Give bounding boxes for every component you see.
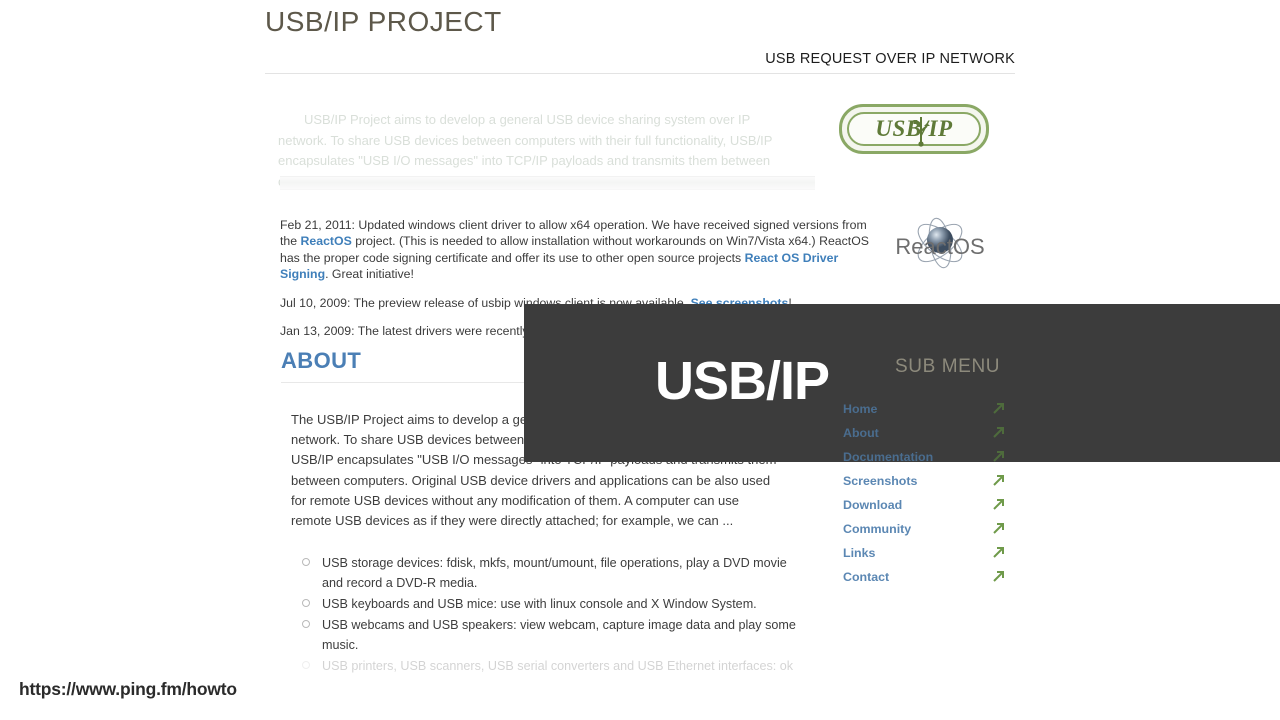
list-item-label: USB storage devices: fdisk, mkfs, mount/… bbox=[322, 556, 787, 590]
submenu-item-label: Community bbox=[843, 522, 912, 536]
bullet-icon bbox=[302, 661, 310, 669]
submenu-item-label: Home bbox=[843, 402, 878, 416]
submenu-item-label: Links bbox=[843, 546, 876, 560]
usbip-logo: USB/IP bbox=[839, 104, 989, 154]
submenu-item-community[interactable]: Community bbox=[843, 517, 1005, 541]
page-root: USB/IP PROJECT USB REQUEST OVER IP NETWO… bbox=[0, 0, 1280, 720]
footer-url: https://www.ping.fm/howto bbox=[19, 679, 237, 699]
list-item: USB printers, USB scanners, USB serial c… bbox=[300, 656, 800, 676]
submenu-item-download[interactable]: Download bbox=[843, 493, 1005, 517]
submenu-nav: Home About Documentation Screenshots Dow… bbox=[843, 397, 1005, 589]
usb-trident-icon bbox=[913, 117, 930, 147]
bullet-icon bbox=[302, 599, 310, 607]
about-feature-list: USB storage devices: fdisk, mkfs, mount/… bbox=[300, 553, 800, 677]
list-item: USB webcams and USB speakers: view webca… bbox=[300, 615, 800, 655]
page-title: USB/IP PROJECT bbox=[265, 6, 502, 37]
list-item-label: USB printers, USB scanners, USB serial c… bbox=[322, 659, 794, 673]
external-link-arrow-icon bbox=[993, 403, 1004, 414]
external-link-arrow-icon bbox=[993, 547, 1004, 558]
intro-divider-band bbox=[280, 176, 815, 190]
list-item: USB keyboards and USB mice: use with lin… bbox=[300, 594, 800, 614]
external-link-arrow-icon bbox=[993, 475, 1004, 486]
submenu-item-label: Contact bbox=[843, 570, 890, 584]
reactos-wordmark: ReactOS bbox=[895, 234, 984, 259]
submenu-item-home[interactable]: Home bbox=[843, 397, 1005, 421]
site-tagline: USB REQUEST OVER IP NETWORK bbox=[765, 51, 1015, 67]
external-link-arrow-icon bbox=[993, 571, 1004, 582]
external-link-arrow-icon bbox=[993, 451, 1004, 462]
submenu-item-links[interactable]: Links bbox=[843, 541, 1005, 565]
external-link-arrow-icon bbox=[993, 523, 1004, 534]
news-text: . Great initiative! bbox=[325, 267, 414, 282]
list-item-label: USB webcams and USB speakers: view webca… bbox=[322, 618, 796, 652]
about-heading: ABOUT bbox=[281, 348, 362, 373]
link-reactos[interactable]: ReactOS bbox=[301, 234, 352, 248]
usbip-logo-frame: USB/IP bbox=[847, 112, 981, 147]
submenu-item-about[interactable]: About bbox=[843, 421, 1005, 445]
reactos-logo: ReactOS bbox=[895, 217, 985, 269]
bullet-icon bbox=[302, 558, 310, 566]
submenu-item-label: Screenshots bbox=[843, 474, 918, 488]
bullet-icon bbox=[302, 620, 310, 628]
external-link-arrow-icon bbox=[993, 499, 1004, 510]
submenu-heading: SUB MENU bbox=[895, 356, 1001, 377]
submenu-item-screenshots[interactable]: Screenshots bbox=[843, 469, 1005, 493]
list-item-label: USB keyboards and USB mice: use with lin… bbox=[322, 597, 757, 611]
news-item: Feb 21, 2011: Updated windows client dri… bbox=[280, 217, 870, 283]
external-link-arrow-icon bbox=[993, 427, 1004, 438]
header-divider bbox=[265, 73, 1015, 74]
submenu-item-label: Download bbox=[843, 498, 903, 512]
submenu-item-label: Documentation bbox=[843, 450, 934, 464]
submenu-item-documentation[interactable]: Documentation bbox=[843, 445, 1005, 469]
submenu-item-label: About bbox=[843, 426, 879, 440]
list-item: USB storage devices: fdisk, mkfs, mount/… bbox=[300, 553, 800, 593]
overlay-title: USB/IP bbox=[655, 351, 830, 411]
submenu-item-contact[interactable]: Contact bbox=[843, 565, 1005, 589]
